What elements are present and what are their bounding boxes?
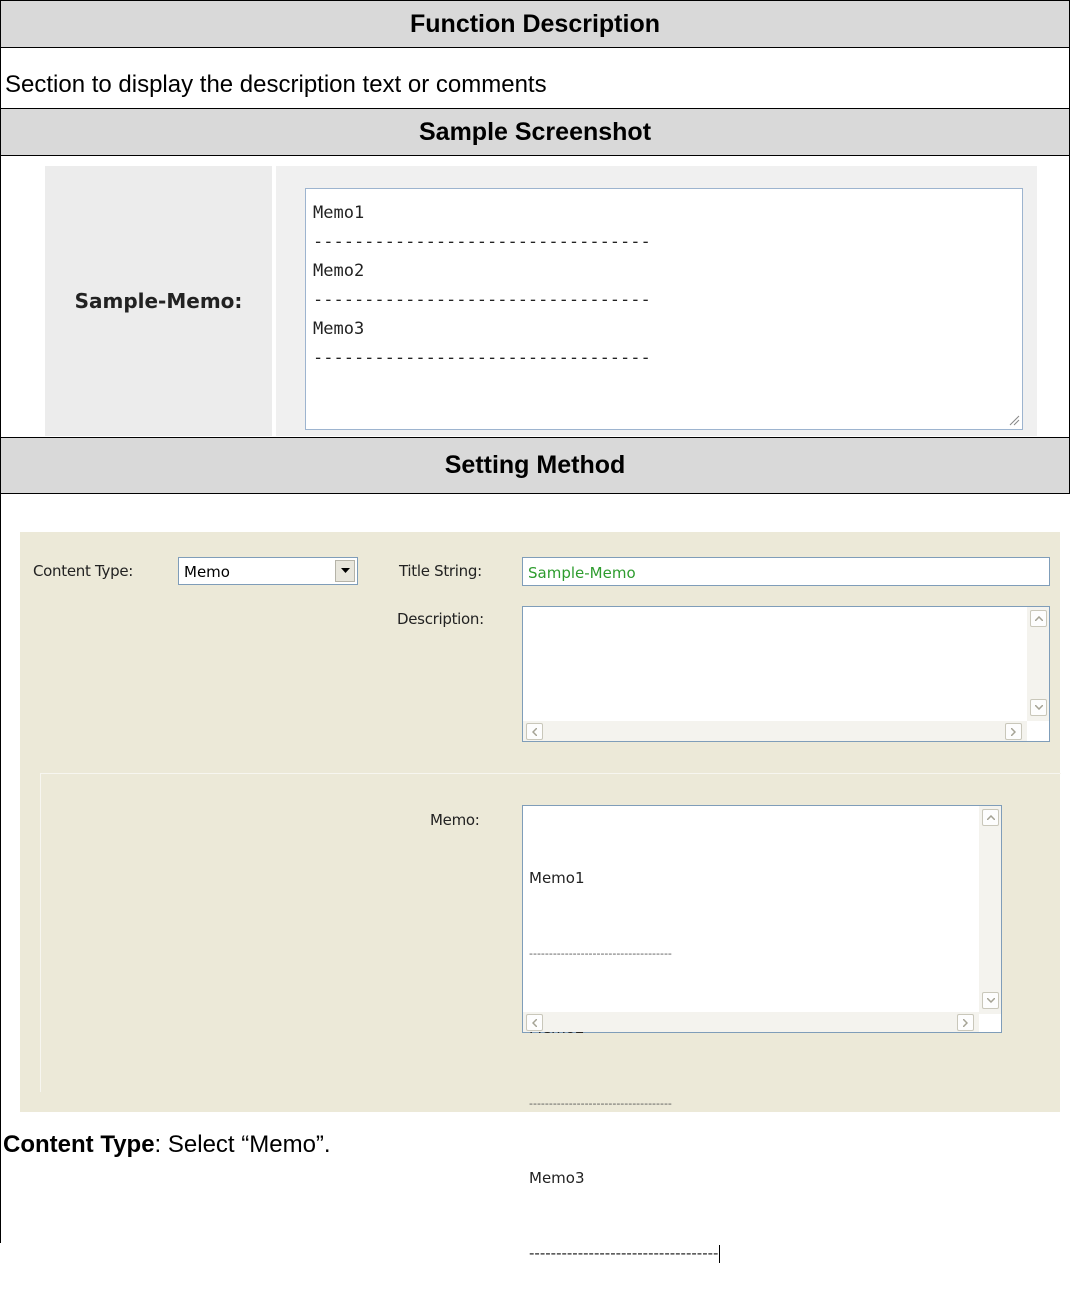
memo-line: ------------------------------------: [529, 947, 672, 960]
memo-line-last: -----------------------------------: [529, 1241, 721, 1266]
memo-content: Memo1 ----------------------------------…: [529, 816, 721, 1316]
scroll-left-icon[interactable]: [526, 1014, 543, 1031]
dropdown-arrow-icon[interactable]: [335, 560, 355, 582]
section-header-setting-method: Setting Method: [1, 438, 1069, 493]
memo-textarea[interactable]: Memo1 ----------------------------------…: [522, 805, 1002, 1263]
footer-text: : Select “Memo”.: [154, 1131, 331, 1158]
memo-line: Memo3: [529, 1169, 585, 1187]
memo-line: ------------------------------------: [529, 1097, 672, 1110]
footer-bold: Content Type: [3, 1131, 155, 1158]
content-type-select[interactable]: Memo: [178, 557, 358, 585]
sample-memo-textarea[interactable]: Memo1 --------------------------------- …: [305, 188, 1023, 430]
resize-grip-icon[interactable]: [1008, 414, 1020, 426]
footer-note: Content Type: Select “Memo”.: [3, 1131, 331, 1159]
scroll-left-icon[interactable]: [526, 723, 543, 740]
memo-vertical-scrollbar[interactable]: [979, 806, 1001, 1014]
description-label: Description:: [397, 610, 484, 628]
section-header-function-description: Function Description: [1, 1, 1069, 47]
scroll-down-icon[interactable]: [1030, 699, 1047, 716]
description-textarea[interactable]: [522, 606, 1050, 742]
table-rule: [0, 47, 1070, 48]
title-string-label: Title String:: [399, 562, 482, 580]
memo-line: -----------------------------------: [529, 1244, 719, 1262]
title-string-value: Sample-Memo: [528, 564, 636, 582]
sample-memo-label: Sample-Memo:: [74, 289, 243, 313]
scroll-right-icon[interactable]: [1005, 723, 1022, 740]
description-horizontal-scrollbar[interactable]: [523, 721, 1027, 741]
table-rule: [0, 155, 1070, 156]
content-type-value: Memo: [184, 563, 230, 581]
content-type-label: Content Type:: [33, 562, 134, 580]
sample-label-cell: Sample-Memo:: [45, 166, 272, 436]
text-caret: [719, 1244, 721, 1263]
title-string-input[interactable]: Sample-Memo: [522, 557, 1050, 586]
memo-label: Memo:: [430, 811, 480, 829]
description-vertical-scrollbar[interactable]: [1027, 607, 1049, 721]
function-description-text: Section to display the description text …: [5, 71, 547, 98]
sample-divider: [272, 166, 276, 436]
document: Function Description Section to display …: [0, 0, 1070, 1263]
memo-line: Memo1: [529, 869, 585, 887]
scroll-up-icon[interactable]: [982, 809, 999, 826]
scroll-down-icon[interactable]: [982, 992, 999, 1009]
scroll-right-icon[interactable]: [957, 1014, 974, 1031]
scroll-up-icon[interactable]: [1030, 610, 1047, 627]
memo-horizontal-scrollbar[interactable]: [523, 1012, 979, 1032]
table-border-left: [0, 0, 1, 1243]
table-rule: [0, 493, 1070, 494]
section-header-sample-screenshot: Sample Screenshot: [1, 109, 1069, 155]
